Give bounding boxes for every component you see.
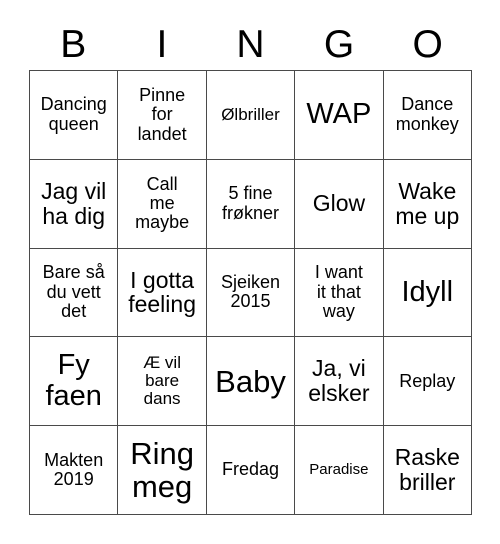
bingo-cell-label: Idyll [401,275,454,308]
bingo-cell-label: Bare så du vett det [42,262,105,322]
bingo-cell[interactable]: Call me maybe [118,159,207,249]
bingo-cell[interactable]: Sjeiken 2015 [206,248,296,338]
bingo-cell-label: Ja, vi elsker [308,355,370,407]
bingo-cell[interactable]: Idyll [383,248,472,338]
bingo-cell[interactable]: WAP [295,71,384,160]
bingo-cell-label: Dance monkey [395,94,459,134]
bingo-cell[interactable]: Pinne for landet [118,71,207,160]
bingo-cell-label: Replay [399,370,456,391]
bingo-cell-label: Ølbriller [221,104,280,124]
bingo-cell[interactable]: Paradise [295,426,384,515]
bingo-cell-label: Glow [312,190,366,217]
bingo-header-letter-o: O [412,22,443,66]
bingo-cell-label: Paradise [309,461,369,478]
bingo-cell-label: 5 fine frøkner [221,183,279,223]
bingo-cell-label: WAP [306,98,372,131]
bingo-cell-label: Dancing queen [40,94,107,134]
bingo-cell-label: I want it that way [314,262,363,322]
bingo-cell[interactable]: I gotta feeling [118,248,207,338]
bingo-cell[interactable]: Dancing queen [30,71,119,160]
bingo-cell-label: I gotta feeling [128,266,196,318]
bingo-cell[interactable]: Ølbriller [206,71,296,160]
bingo-header-row: B I N G O [29,18,472,70]
bingo-cell-label: Sjeiken 2015 [220,272,281,312]
bingo-cell[interactable]: Baby [206,337,296,427]
bingo-cell-label: Raske briller [394,444,460,496]
bingo-header-letter-n: N [236,22,265,66]
bingo-cell[interactable]: Replay [383,337,472,427]
bingo-cell-label: Pinne for landet [137,84,187,144]
bingo-header-letter-b: B [60,22,87,66]
bingo-cell[interactable]: Fy faen [30,337,119,427]
bingo-cell[interactable]: I want it that way [295,248,384,338]
bingo-cell-label: Æ vil bare dans [143,352,181,409]
bingo-cell-label: Wake me up [395,177,460,229]
bingo-cell-label: Makten 2019 [44,449,104,490]
bingo-cell[interactable]: Bare så du vett det [30,248,119,338]
bingo-cell[interactable]: 5 fine frøkner [206,159,296,249]
bingo-header-letter-i: I [156,22,168,66]
bingo-cell[interactable]: Raske briller [383,426,472,515]
bingo-cell[interactable]: Dance monkey [383,71,472,160]
bingo-header-letter-g: G [323,22,355,66]
bingo-cell-label: Call me maybe [135,173,190,233]
bingo-cell[interactable]: Wake me up [383,159,472,249]
bingo-cell[interactable]: Glow [295,159,384,249]
bingo-cell[interactable]: Fredag [206,426,296,515]
bingo-cell-label: Fy faen [45,348,102,413]
bingo-cell-label: Fredag [221,459,280,480]
bingo-cell[interactable]: Ring meg [118,426,207,515]
bingo-cell[interactable]: Jag vil ha dig [30,159,119,249]
bingo-grid: Dancing queen Pinne for landet Ølbriller WA… [29,70,472,515]
bingo-card: B I N G O Dancing queen Pinne for landet Ø… [0,0,500,544]
bingo-cell-label: Jag vil ha dig [41,177,107,229]
bingo-cell-label: Baby [215,363,286,399]
bingo-cell[interactable]: Æ vil bare dans [118,337,207,427]
bingo-cell-label: Ring meg [130,435,194,505]
bingo-cell[interactable]: Makten 2019 [30,426,119,515]
bingo-cell[interactable]: Ja, vi elsker [295,337,384,427]
